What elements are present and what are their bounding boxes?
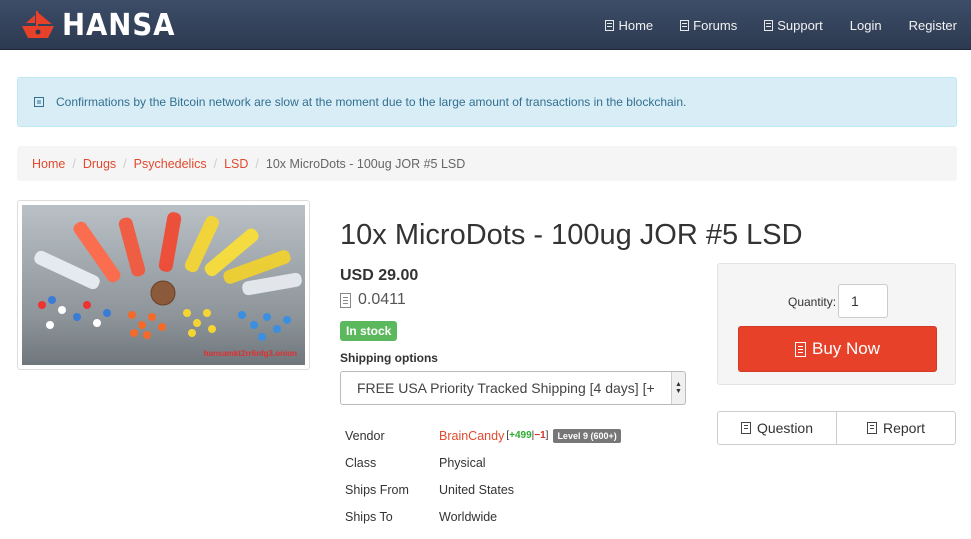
logo-text: HANSA	[62, 7, 176, 43]
breadcrumb-current: 10x MicroDots - 100ug JOR #5 LSD	[265, 156, 466, 171]
cart-icon	[794, 341, 806, 357]
detail-value: Physical	[439, 455, 486, 470]
detail-value: BrainCandy [+499|−1] Level 9 (600+)	[439, 428, 621, 443]
detail-row-ships-from: Ships From United States	[345, 476, 621, 503]
detail-key: Ships To	[345, 509, 393, 524]
nav-forums[interactable]: Forums	[680, 18, 737, 33]
price-btc: 0.0411	[340, 291, 406, 309]
buy-panel: Quantity: Buy Now	[717, 263, 956, 385]
product-title: 10x MicroDots - 100ug JOR #5 LSD	[340, 219, 803, 251]
nav-home[interactable]: Home	[605, 18, 653, 33]
feedback-negative: −1	[534, 430, 546, 441]
quantity-label: Quantity:	[788, 295, 837, 309]
breadcrumb-home[interactable]: Home	[32, 157, 65, 171]
product-image-frame[interactable]: hansamkt2rr6nfg3.onion	[17, 200, 310, 370]
breadcrumb-separator: /	[123, 156, 127, 171]
question-button[interactable]: Question	[717, 411, 837, 445]
breadcrumb: Home / Drugs / Psychedelics / LSD / 10x …	[17, 146, 957, 181]
info-alert: Confirmations by the Bitcoin network are…	[17, 77, 957, 127]
alert-text: Confirmations by the Bitcoin network are…	[56, 95, 687, 109]
breadcrumb-separator: /	[255, 156, 259, 171]
nav-links: Home Forums Support Login Register	[592, 0, 971, 50]
action-buttons: Question Report	[717, 411, 956, 445]
buy-now-button[interactable]: Buy Now	[738, 326, 937, 372]
report-icon	[866, 422, 877, 434]
detail-row-ships-to: Ships To Worldwide	[345, 503, 621, 530]
detail-row-class: Class Physical	[345, 449, 621, 476]
breadcrumb-separator: /	[72, 156, 76, 171]
breadcrumb-psychedelics[interactable]: Psychedelics	[134, 157, 207, 171]
ship-logo-icon	[22, 10, 54, 38]
detail-row-vendor: Vendor BrainCandy [+499|−1] Level 9 (600…	[345, 422, 621, 449]
nav-login[interactable]: Login	[850, 18, 882, 33]
bitcoin-icon	[340, 292, 351, 308]
vendor-link[interactable]: BrainCandy	[439, 429, 504, 443]
question-icon	[740, 422, 751, 434]
breadcrumb-separator: /	[213, 156, 218, 171]
page-icon	[680, 19, 690, 31]
page-icon	[764, 19, 774, 31]
detail-value: United States	[439, 482, 515, 497]
feedback-positive: +499	[509, 430, 532, 441]
breadcrumb-lsd[interactable]: LSD	[224, 157, 248, 171]
breadcrumb-drugs[interactable]: Drugs	[83, 157, 116, 171]
stock-badge: In stock	[340, 321, 398, 341]
shipping-label: Shipping options	[340, 351, 438, 365]
nav-register[interactable]: Register	[909, 18, 957, 33]
chevron-down-icon[interactable]: ▲ ▼	[671, 372, 685, 404]
detail-key: Vendor	[345, 428, 385, 443]
price-btc-value: 0.0411	[358, 291, 406, 308]
product-photo: hansamkt2rr6nfg3.onion	[22, 205, 305, 365]
vendor-level-badge: Level 9 (600+)	[553, 428, 621, 443]
quantity-input[interactable]	[838, 284, 888, 318]
info-icon	[34, 97, 44, 107]
product-photo-illustration	[34, 212, 302, 341]
detail-key: Class	[345, 455, 377, 470]
vendor-feedback: [+499|−1]	[506, 430, 549, 441]
hansa-logo[interactable]: HANSA	[20, 6, 185, 44]
shipping-selected-value: FREE USA Priority Tracked Shipping [4 da…	[357, 380, 655, 396]
nav-support[interactable]: Support	[764, 18, 823, 33]
buy-now-label: Buy Now	[811, 339, 881, 358]
detail-value: Worldwide	[439, 509, 498, 524]
image-watermark: hansamkt2rr6nfg3.onion	[203, 349, 297, 358]
page-icon	[605, 19, 615, 31]
product-details: Vendor BrainCandy [+499|−1] Level 9 (600…	[345, 422, 621, 530]
detail-key: Ships From	[345, 482, 409, 497]
price-usd: USD 29.00	[340, 267, 419, 284]
report-button[interactable]: Report	[837, 411, 956, 445]
top-navbar: HANSA Home Forums Support Login Register	[0, 0, 971, 50]
shipping-select[interactable]: FREE USA Priority Tracked Shipping [4 da…	[340, 371, 686, 405]
